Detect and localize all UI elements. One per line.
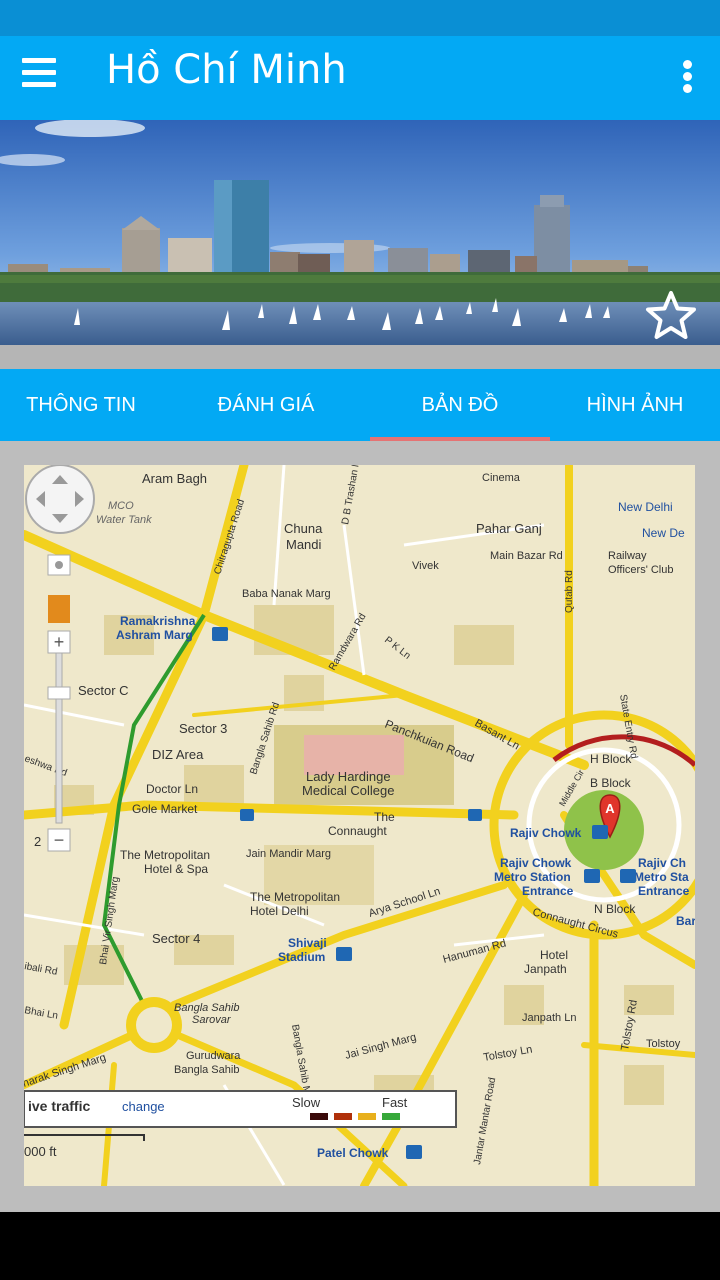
map-label: Tolstoy	[646, 1038, 681, 1050]
tab-bar: THÔNG TIN ĐÁNH GIÁ BẢN ĐỒ HÌNH ẢNH	[0, 369, 720, 441]
map-label: Gole Market	[132, 802, 198, 816]
map-label: Aram Bagh	[142, 471, 207, 486]
map-label: Railway	[608, 550, 647, 562]
map-label: Bara	[676, 914, 695, 928]
traffic-slow-label: Slow	[292, 1095, 321, 1110]
map-label: Qutab Rd	[564, 570, 575, 613]
map-label: Sector C	[78, 683, 129, 698]
map-view[interactable]: A Aram Bagh MCO Water Tank Chuna Mandi P…	[24, 465, 695, 1186]
app-bar: Hồ Chí Minh	[0, 36, 720, 120]
map-label: B Block	[590, 776, 632, 790]
map-label: Ramakrishna	[120, 614, 196, 628]
system-nav-bar	[0, 1212, 720, 1280]
map-label: Chuna	[284, 521, 323, 536]
hamburger-icon	[22, 58, 56, 87]
map-label: Lady Hardinge	[306, 769, 391, 784]
map-label: New Delhi	[618, 500, 673, 514]
zoom-out-label: −	[54, 830, 65, 850]
map-label: Medical College	[302, 783, 395, 798]
map-label: Gurudwara	[186, 1050, 241, 1062]
city-skyline-image	[0, 120, 720, 345]
map-label: Rajiv Chowk	[500, 856, 572, 870]
map-canvas[interactable]: A Aram Bagh MCO Water Tank Chuna Mandi P…	[24, 465, 695, 1186]
traffic-change-link[interactable]: change	[122, 1099, 165, 1114]
map-label: Pahar Ganj	[476, 521, 542, 536]
pan-control[interactable]	[25, 465, 95, 534]
map-label: Jain Mandir Marg	[246, 848, 331, 860]
map-label: Connaught	[328, 824, 387, 838]
zoom-in-label: +	[54, 632, 65, 652]
traffic-legend: ive traffic change Slow Fast	[24, 1090, 457, 1128]
traffic-fast-label: Fast	[382, 1095, 408, 1110]
favorite-button[interactable]	[644, 289, 698, 343]
map-label: Hotel	[540, 948, 568, 962]
map-label: Mandi	[286, 537, 322, 552]
map-label: Sarovar	[192, 1014, 232, 1026]
map-label: Hotel Delhi	[250, 904, 309, 918]
map-label: Sector 4	[152, 931, 200, 946]
map-label: Entrance	[638, 884, 690, 898]
map-label: Main Bazar Rd	[490, 550, 563, 562]
map-label: Shivaji	[288, 936, 327, 950]
map-panel: A Aram Bagh MCO Water Tank Chuna Mandi P…	[0, 441, 720, 1212]
map-label: Entrance	[522, 884, 574, 898]
map-label: The Metropolitan	[250, 890, 340, 904]
zoom-level-label: 2	[34, 834, 41, 849]
more-vert-icon	[670, 60, 704, 93]
tab-hinh-anh[interactable]: HÌNH ẢNH	[550, 369, 720, 441]
map-label: Janpath Ln	[522, 1012, 576, 1024]
traffic-label: ive traffic	[28, 1098, 90, 1114]
map-pin-label: A	[605, 801, 615, 816]
map-label: Sector 3	[179, 721, 227, 736]
divider-band	[0, 345, 720, 369]
map-label: The	[374, 810, 395, 824]
tab-ban-do[interactable]: BẢN ĐỒ	[370, 369, 550, 441]
zoom-slider-handle[interactable]	[47, 686, 71, 700]
map-label: Rajiv Ch	[638, 856, 686, 870]
status-bar	[0, 0, 720, 36]
star-outline-icon	[646, 291, 696, 339]
map-label: Water Tank	[96, 514, 152, 526]
map-label: The Metropolitan	[120, 848, 210, 862]
map-label: Rajiv Chowk	[510, 826, 582, 840]
map-label: DIZ Area	[152, 747, 204, 762]
map-label: MCO	[108, 500, 134, 512]
map-label: Hotel & Spa	[144, 862, 208, 876]
map-label: Bangla Sahib	[174, 1002, 239, 1014]
map-label: Vivek	[412, 560, 439, 572]
overflow-menu-button[interactable]	[670, 60, 704, 100]
map-label: Ashram Marg	[116, 628, 193, 642]
map-label: Metro Station	[494, 870, 571, 884]
map-label: Doctor Ln	[146, 782, 198, 796]
map-label: Patel Chowk	[317, 1146, 389, 1160]
map-label: Janpath	[524, 962, 567, 976]
map-label: Bangla Sahib	[174, 1064, 239, 1076]
map-label: Baba Nanak Marg	[242, 588, 331, 600]
tab-thong-tin[interactable]: THÔNG TIN	[0, 369, 162, 441]
map-label: H Block	[590, 752, 632, 766]
hero-image	[0, 120, 720, 345]
map-label: Officers' Club	[608, 564, 673, 576]
map-label: N Block	[594, 902, 636, 916]
pegman-icon[interactable]	[48, 595, 70, 623]
map-label: New De	[642, 526, 685, 540]
tab-danh-gia[interactable]: ĐÁNH GIÁ	[162, 369, 370, 441]
map-label: Stadium	[278, 950, 325, 964]
menu-button[interactable]	[22, 58, 56, 98]
map-scale-label: 000 ft	[24, 1144, 57, 1159]
map-label: Metro Sta	[634, 870, 689, 884]
page-title: Hồ Chí Minh	[106, 47, 347, 93]
map-label: Cinema	[482, 472, 521, 484]
